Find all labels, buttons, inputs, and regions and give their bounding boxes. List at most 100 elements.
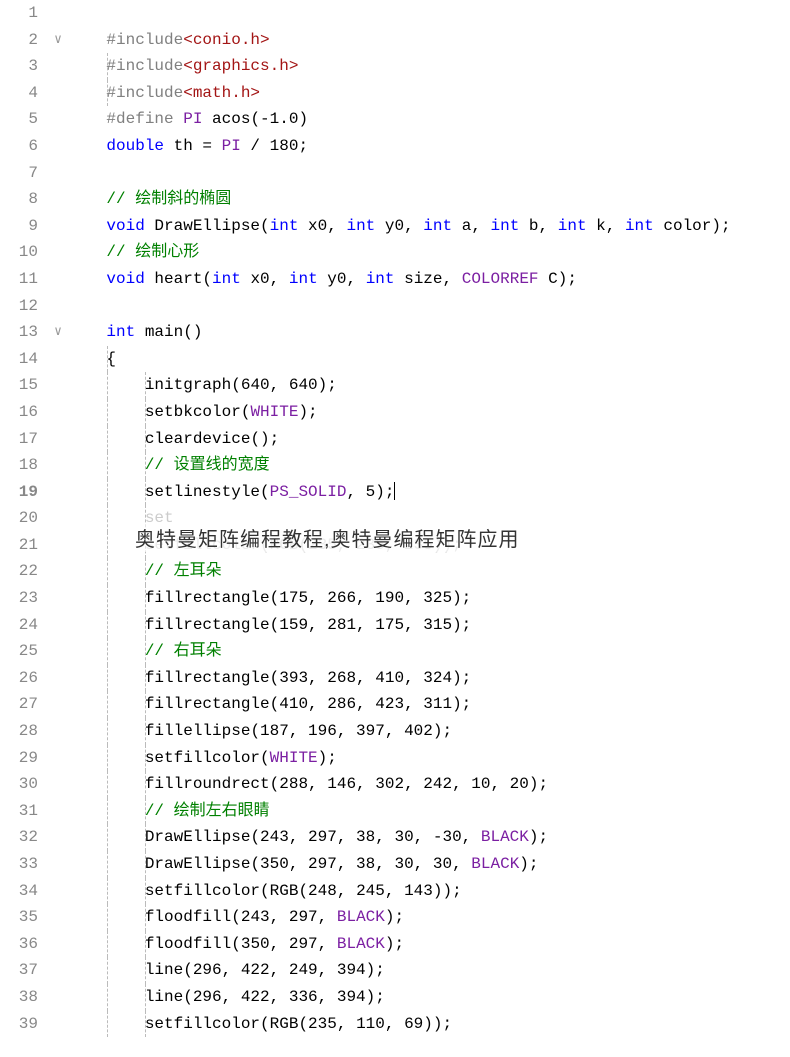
fold-marker bbox=[48, 957, 68, 984]
fold-marker bbox=[48, 1011, 68, 1038]
line-number: 9 bbox=[0, 213, 38, 240]
code-line[interactable]: #include<conio.h> bbox=[68, 27, 790, 54]
code-line[interactable]: #include<graphics.h> bbox=[68, 53, 790, 80]
line-number: 39 bbox=[0, 1011, 38, 1038]
code-line[interactable]: #define PI acos(-1.0) bbox=[68, 106, 790, 133]
fold-marker bbox=[48, 771, 68, 798]
line-number: 21 bbox=[0, 532, 38, 559]
fold-marker bbox=[48, 133, 68, 160]
line-number: 5 bbox=[0, 106, 38, 133]
fold-marker bbox=[48, 505, 68, 532]
code-line[interactable]: fillrectangle(159, 281, 175, 315); bbox=[68, 612, 790, 639]
code-line[interactable]: { bbox=[68, 346, 790, 373]
code-line[interactable] bbox=[68, 0, 790, 27]
line-number: 23 bbox=[0, 585, 38, 612]
code-line[interactable]: DrawEllipse(350, 297, 38, 30, 30, BLACK)… bbox=[68, 851, 790, 878]
code-line[interactable]: fillrectangle(410, 286, 423, 311); bbox=[68, 691, 790, 718]
code-line[interactable]: cleardevice(); bbox=[68, 426, 790, 453]
fold-marker bbox=[48, 479, 68, 506]
line-number: 4 bbox=[0, 80, 38, 107]
fold-marker bbox=[48, 80, 68, 107]
code-line[interactable]: fillrectangle(175, 266, 190, 325); bbox=[68, 585, 790, 612]
code-line[interactable]: #include<math.h> bbox=[68, 80, 790, 107]
fold-marker[interactable]: ∨ bbox=[48, 319, 68, 346]
code-line[interactable] bbox=[68, 293, 790, 320]
line-number: 29 bbox=[0, 745, 38, 772]
line-number: 8 bbox=[0, 186, 38, 213]
code-line[interactable]: void DrawEllipse(int x0, int y0, int a, … bbox=[68, 213, 790, 240]
line-number: 25 bbox=[0, 638, 38, 665]
code-line[interactable]: fillrectangle(393, 268, 410, 324); bbox=[68, 665, 790, 692]
line-number: 17 bbox=[0, 426, 38, 453]
fold-marker bbox=[48, 239, 68, 266]
fold-marker bbox=[48, 585, 68, 612]
code-line[interactable]: line(296, 422, 249, 394); bbox=[68, 957, 790, 984]
fold-marker bbox=[48, 984, 68, 1011]
line-number: 22 bbox=[0, 558, 38, 585]
code-line[interactable]: // 右耳朵 bbox=[68, 638, 790, 665]
line-number: 20 bbox=[0, 505, 38, 532]
code-line[interactable]: setfillcolor(RGB(235, 110, 69)); bbox=[68, 1011, 790, 1038]
fold-marker bbox=[48, 426, 68, 453]
line-number: 24 bbox=[0, 612, 38, 639]
line-number: 32 bbox=[0, 824, 38, 851]
fold-column: ∨∨ bbox=[48, 0, 68, 1057]
line-number: 10 bbox=[0, 239, 38, 266]
code-line[interactable]: initgraph(640, 640); bbox=[68, 372, 790, 399]
line-number: 1 bbox=[0, 0, 38, 27]
code-line[interactable]: setfillcolor(RGB(248, 245, 143)); bbox=[68, 878, 790, 905]
fold-marker bbox=[48, 0, 68, 27]
fold-marker bbox=[48, 532, 68, 559]
line-number: 13 bbox=[0, 319, 38, 346]
code-line[interactable]: void heart(int x0, int y0, int size, COL… bbox=[68, 266, 790, 293]
fold-marker bbox=[48, 904, 68, 931]
fold-marker bbox=[48, 53, 68, 80]
fold-marker bbox=[48, 399, 68, 426]
code-line[interactable]: // 绘制左右眼睛 bbox=[68, 798, 790, 825]
code-line[interactable]: floodfill(243, 297, BLACK); bbox=[68, 904, 790, 931]
line-number: 35 bbox=[0, 904, 38, 931]
code-line[interactable]: DrawEllipse(243, 297, 38, 30, -30, BLACK… bbox=[68, 824, 790, 851]
code-line[interactable]: int main() bbox=[68, 319, 790, 346]
code-line[interactable]: line(296, 422, 336, 394); bbox=[68, 984, 790, 1011]
line-number: 30 bbox=[0, 771, 38, 798]
line-number: 37 bbox=[0, 957, 38, 984]
code-line[interactable]: // 设置线的宽度 bbox=[68, 452, 790, 479]
code-line[interactable]: fillellipse(187, 196, 397, 402); bbox=[68, 718, 790, 745]
line-number: 7 bbox=[0, 160, 38, 187]
line-number: 26 bbox=[0, 665, 38, 692]
code-line[interactable]: double th = PI / 180; bbox=[68, 133, 790, 160]
code-line[interactable]: // 绘制斜的椭圆 bbox=[68, 186, 790, 213]
fold-marker bbox=[48, 638, 68, 665]
code-line[interactable]: setlinestyle(PS_SOLID, 5); bbox=[68, 479, 790, 506]
code-line[interactable] bbox=[68, 160, 790, 187]
line-number: 11 bbox=[0, 266, 38, 293]
line-number: 18 bbox=[0, 452, 38, 479]
code-line[interactable]: setbkcolor(WHITE); bbox=[68, 399, 790, 426]
code-line[interactable]: // 绘制心形 bbox=[68, 239, 790, 266]
fold-marker[interactable]: ∨ bbox=[48, 27, 68, 54]
line-number-gutter: 1234567891011121314151617181920212223242… bbox=[0, 0, 48, 1057]
line-number: 12 bbox=[0, 293, 38, 320]
code-line[interactable]: // 左耳朵 bbox=[68, 558, 790, 585]
code-line[interactable]: setfillcolor(WHITE); bbox=[68, 745, 790, 772]
fold-marker bbox=[48, 106, 68, 133]
fold-marker bbox=[48, 293, 68, 320]
fold-marker bbox=[48, 186, 68, 213]
line-number: 19 bbox=[0, 479, 38, 506]
code-line[interactable]: fillroundrect(288, 146, 302, 242, 10, 20… bbox=[68, 771, 790, 798]
line-number: 38 bbox=[0, 984, 38, 1011]
line-number: 36 bbox=[0, 931, 38, 958]
fold-marker bbox=[48, 213, 68, 240]
fold-marker bbox=[48, 665, 68, 692]
fold-marker bbox=[48, 718, 68, 745]
line-number: 6 bbox=[0, 133, 38, 160]
code-line[interactable]: floodfill(350, 297, BLACK); bbox=[68, 931, 790, 958]
line-number: 28 bbox=[0, 718, 38, 745]
watermark-text: 奥特曼矩阵编程教程,奥特曼编程矩阵应用 bbox=[135, 523, 760, 552]
line-number: 27 bbox=[0, 691, 38, 718]
fold-marker bbox=[48, 931, 68, 958]
fold-marker bbox=[48, 346, 68, 373]
fold-marker bbox=[48, 558, 68, 585]
fold-marker bbox=[48, 452, 68, 479]
